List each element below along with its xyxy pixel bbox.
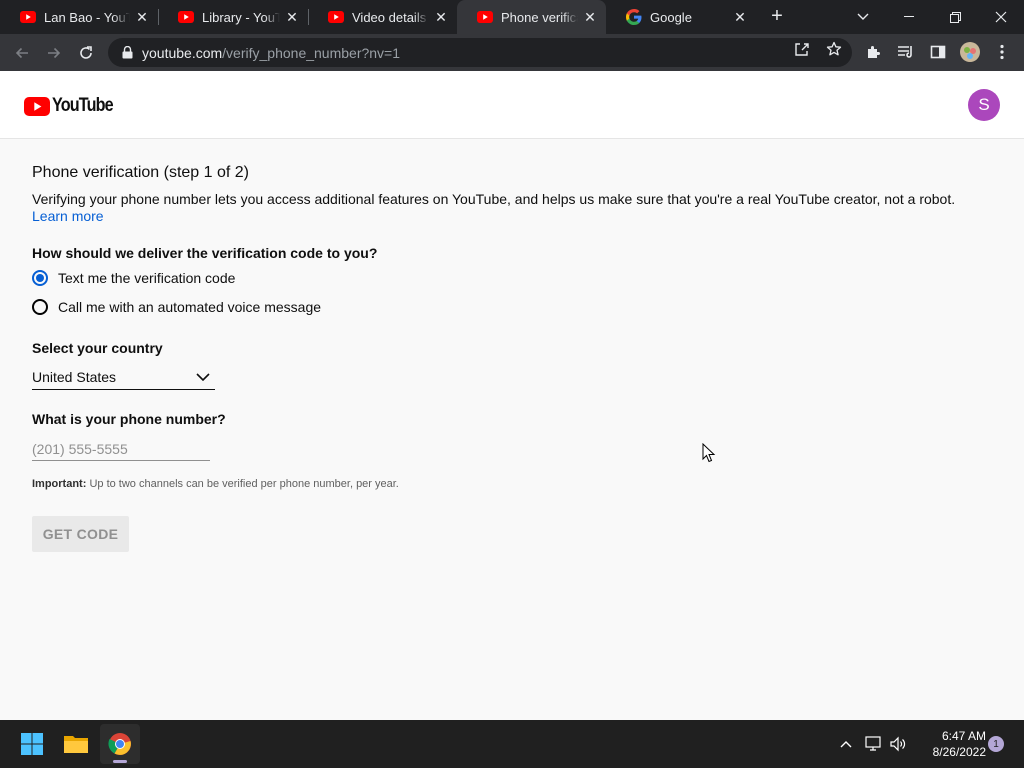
browser-tab-strip: Lan Bao - YouTube ✕ Library - YouTube ✕ … xyxy=(0,0,1024,34)
important-label: Important: xyxy=(32,478,87,490)
tab-search-chevron-icon[interactable] xyxy=(840,0,886,34)
system-clock[interactable]: 6:47 AM 8/26/2022 xyxy=(912,728,986,760)
minimize-window-button[interactable] xyxy=(886,0,932,34)
media-playlist-icon[interactable] xyxy=(896,42,916,62)
avatar-letter: S xyxy=(978,95,990,114)
radio-button-unchecked[interactable] xyxy=(32,299,48,315)
delivery-option-text[interactable]: Text me the verification code xyxy=(32,270,235,286)
phone-label: What is your phone number? xyxy=(32,411,226,427)
forward-arrow-icon[interactable] xyxy=(40,39,68,67)
active-app-indicator xyxy=(113,760,127,763)
youtube-favicon-icon xyxy=(178,9,194,25)
clock-time: 6:47 AM xyxy=(941,729,986,743)
extensions-puzzle-icon[interactable] xyxy=(864,42,884,62)
important-text: Up to two channels can be verified per p… xyxy=(89,478,399,490)
tab-close-icon[interactable]: ✕ xyxy=(134,9,150,25)
address-bar[interactable]: youtube.com/verify_phone_number?nv=1 xyxy=(108,38,852,67)
tab-title: Phone verification xyxy=(501,9,578,25)
reload-icon[interactable] xyxy=(72,39,100,67)
tab-video-details[interactable]: Video details - YouTube Studio ✕ xyxy=(308,0,457,34)
delivery-option-call[interactable]: Call me with an automated voice message xyxy=(32,299,321,315)
description-text: Verifying your phone number lets you acc… xyxy=(32,191,956,207)
tab-lan-bao[interactable]: Lan Bao - YouTube ✕ xyxy=(0,0,158,34)
tab-title: Google xyxy=(650,9,692,25)
clock-date: 8/26/2022 xyxy=(932,745,986,759)
chrome-taskbar-icon[interactable] xyxy=(100,724,140,764)
tab-close-icon[interactable]: ✕ xyxy=(582,9,598,25)
back-arrow-icon[interactable] xyxy=(8,39,36,67)
radio-button-checked[interactable] xyxy=(32,270,48,286)
youtube-logo[interactable]: YouTube xyxy=(24,95,123,117)
notification-badge[interactable]: 1 xyxy=(988,736,1004,752)
delivery-option-label[interactable]: Text me the verification code xyxy=(58,270,235,286)
important-note: Important: Up to two channels can be ver… xyxy=(32,478,399,490)
profile-avatar-icon[interactable] xyxy=(960,42,980,62)
browser-toolbar: youtube.com/verify_phone_number?nv=1 xyxy=(0,34,1024,71)
youtube-play-icon xyxy=(24,96,50,116)
page-description: Verifying your phone number lets you acc… xyxy=(32,191,992,225)
youtube-favicon-icon xyxy=(477,9,493,25)
account-avatar[interactable]: S xyxy=(968,89,1000,121)
country-select[interactable]: United States xyxy=(32,366,215,390)
google-favicon-icon xyxy=(626,9,642,25)
tab-phone-verification[interactable]: Phone verification ✕ xyxy=(457,0,606,34)
side-panel-icon[interactable] xyxy=(928,42,948,62)
tab-google[interactable]: Google ✕ xyxy=(606,0,756,34)
close-window-button[interactable] xyxy=(978,0,1024,34)
youtube-wordmark: YouTube xyxy=(52,95,114,116)
volume-icon[interactable] xyxy=(888,734,908,754)
url-path: /verify_phone_number?nv=1 xyxy=(222,44,401,61)
tab-close-icon[interactable]: ✕ xyxy=(284,9,300,25)
page-title: Phone verification (step 1 of 2) xyxy=(32,164,250,181)
lock-icon[interactable] xyxy=(120,46,134,60)
get-code-button[interactable]: GET CODE xyxy=(32,516,129,552)
network-icon[interactable] xyxy=(864,734,884,754)
file-explorer-icon[interactable] xyxy=(56,724,96,764)
more-menu-icon[interactable] xyxy=(992,42,1012,62)
mouse-cursor-icon xyxy=(702,443,716,463)
tab-title: Lan Bao - YouTube xyxy=(44,9,130,25)
bookmark-star-icon[interactable] xyxy=(826,41,842,57)
tab-close-icon[interactable]: ✕ xyxy=(732,9,748,25)
country-select-value: United States xyxy=(32,369,117,385)
delivery-question: How should we deliver the verification c… xyxy=(32,245,378,261)
learn-more-link[interactable]: Learn more xyxy=(32,208,104,224)
youtube-favicon-icon xyxy=(328,9,344,25)
chevron-down-icon xyxy=(195,369,211,385)
youtube-header: YouTube S xyxy=(0,71,1024,139)
new-tab-button[interactable]: + xyxy=(765,5,789,29)
phone-number-input[interactable] xyxy=(32,437,210,461)
delivery-option-label[interactable]: Call me with an automated voice message xyxy=(58,299,321,315)
share-icon[interactable] xyxy=(794,41,810,57)
youtube-favicon-icon xyxy=(20,9,36,25)
notification-count: 1 xyxy=(993,738,999,750)
restore-window-button[interactable] xyxy=(932,0,978,34)
url-host: youtube.com xyxy=(142,44,223,61)
address-url[interactable]: youtube.com/verify_phone_number?nv=1 xyxy=(142,45,400,61)
windows-start-icon[interactable] xyxy=(12,724,52,764)
chevron-up-icon[interactable] xyxy=(836,734,856,754)
tab-title: Video details - YouTube Studio xyxy=(352,9,429,25)
tab-title: Library - YouTube xyxy=(202,9,280,25)
tab-close-icon[interactable]: ✕ xyxy=(433,9,449,25)
main-content: Phone verification (step 1 of 2) Verifyi… xyxy=(0,140,1024,720)
windows-taskbar: 6:47 AM 8/26/2022 1 xyxy=(0,720,1024,768)
country-label: Select your country xyxy=(32,340,163,356)
tab-library[interactable]: Library - YouTube ✕ xyxy=(158,0,308,34)
